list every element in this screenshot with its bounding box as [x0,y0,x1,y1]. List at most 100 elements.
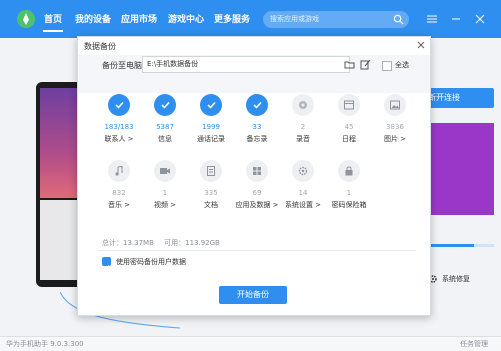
nav-active-indicator [43,30,63,32]
select-all-checkbox[interactable] [382,61,392,71]
apps-icon [253,167,261,175]
item-toggle[interactable] [338,160,360,182]
dialog-header-band: 备份至电脑 E:\手机数据备份 全选 [78,55,430,93]
item-toggle[interactable] [108,94,130,116]
image-icon [390,100,400,110]
nav-game-center[interactable]: 游戏中心 [168,12,204,25]
item-count: 5387 [156,123,174,131]
check-icon [161,101,170,109]
status-bar: 华为手机助手 9.0.3.300 任务管理 [0,336,501,351]
item-toggle[interactable] [246,160,268,182]
task-manager-link[interactable]: 任务管理 [460,339,488,349]
item-count: 3836 [386,123,404,131]
backup-row1-item[interactable]: 183/183 联系人 > [96,94,142,160]
item-count: 45 [344,123,354,131]
item-toggle[interactable] [292,94,314,116]
item-count: 1 [162,189,168,197]
check-icon [207,101,216,109]
dialog-title: 数据备份 [84,42,116,51]
search-box[interactable]: 搜索应用或游戏 [263,11,409,28]
item-label: 应用及数据 > [235,201,279,209]
menu-icon[interactable] [426,14,438,24]
item-label: 通话记录 [197,135,225,143]
app-version: 华为手机助手 9.0.3.300 [6,340,84,348]
divider [98,250,416,251]
item-count: 69 [252,189,262,197]
available-size: 可用：113.92GB [164,239,220,247]
item-count: 33 [252,123,262,131]
backup-row1-item[interactable]: 2 录音 [280,94,326,160]
item-label: 音乐 > [107,201,131,209]
minimize-icon[interactable] [450,14,462,24]
item-toggle[interactable] [200,160,222,182]
encrypt-checkbox[interactable] [102,257,111,271]
check-icon [115,101,124,109]
item-toggle[interactable] [246,94,268,116]
backup-row1-item[interactable]: 1999 通话记录 [188,94,234,160]
backup-row2-item[interactable]: 335 文档 [188,160,234,226]
backup-row1-item[interactable]: 45 日程 [326,94,372,160]
item-label: 密码保险箱 [331,201,367,209]
item-count: 14 [298,189,308,197]
item-label: 文档 [204,201,218,209]
nav-my-devices[interactable]: 我的设备 [75,12,111,25]
item-toggle[interactable] [154,94,176,116]
calendar-icon [344,100,354,110]
backup-path-field[interactable]: E:\手机数据备份 [142,56,350,73]
encrypt-label: 使用密码备份用户数据 [116,258,186,266]
item-count: 183/183 [104,123,134,131]
video-icon [160,168,170,174]
item-toggle[interactable] [108,160,130,182]
backup-row2-item[interactable]: 14 系统设置 > [280,160,326,226]
data-backup-dialog: 数据备份 备份至电脑 E:\手机数据备份 全选 183/183 联系人 > 5387… [77,36,431,316]
item-label: 视频 > [153,201,177,209]
disconnect-label: 断开连接 [428,93,460,102]
backup-row1-item[interactable]: 3836 图片 > [372,94,418,160]
item-label: 系统设置 > [284,201,322,209]
app-logo-icon [17,10,35,28]
backup-path-value: E:\手机数据备份 [147,60,199,68]
backup-to-label: 备份至电脑 [102,61,142,70]
item-label: 日程 [342,135,356,143]
promo-card[interactable] [428,123,494,215]
search-placeholder: 搜索应用或游戏 [270,15,319,23]
backup-row2-item[interactable]: 69 应用及数据 > [234,160,280,226]
item-count: 335 [204,189,218,197]
close-icon[interactable] [416,40,426,50]
folder-icon[interactable] [344,59,355,70]
item-count: 2 [300,123,306,131]
select-all-label: 全选 [395,61,409,69]
backup-row1-item[interactable]: 5387 信息 [142,94,188,160]
backup-row2-item[interactable]: 1 视频 > [142,160,188,226]
edit-icon[interactable] [360,59,371,70]
phone-screen [40,88,80,198]
item-toggle[interactable] [200,94,222,116]
recorder-icon [299,101,307,109]
item-label: 录音 [296,135,310,143]
item-toggle[interactable] [154,160,176,182]
backup-row2-item[interactable]: 1 密码保险箱 [326,160,372,226]
item-toggle[interactable] [384,94,406,116]
close-window-icon[interactable] [474,14,486,24]
storage-summary: 总计：13.37MB 可用：113.92GB [102,238,228,248]
nav-more-services[interactable]: 更多服务 [214,12,250,25]
system-repair-label[interactable]: 系统修复 [442,274,470,284]
item-count: 1 [346,189,352,197]
backup-row1-item[interactable]: 33 备忘录 [234,94,280,160]
nav-app-market[interactable]: 应用市场 [121,12,157,25]
item-toggle[interactable] [292,160,314,182]
storage-progress-fill [428,244,475,247]
item-count: 832 [112,189,126,197]
backup-row2-item[interactable]: 832 音乐 > [96,160,142,226]
top-bar: 首页 我的设备 应用市场 游戏中心 更多服务 搜索应用或游戏 [0,0,501,38]
lock-icon [345,166,353,176]
document-icon [207,166,215,176]
search-icon[interactable] [393,14,404,25]
start-backup-button[interactable]: 开始备份 [219,286,287,304]
storage-progress [428,244,494,247]
settings-icon [298,166,308,176]
item-toggle[interactable] [338,94,360,116]
total-size: 总计：13.37MB [102,239,154,247]
item-label: 备忘录 [246,135,268,143]
nav-home[interactable]: 首页 [44,12,62,25]
